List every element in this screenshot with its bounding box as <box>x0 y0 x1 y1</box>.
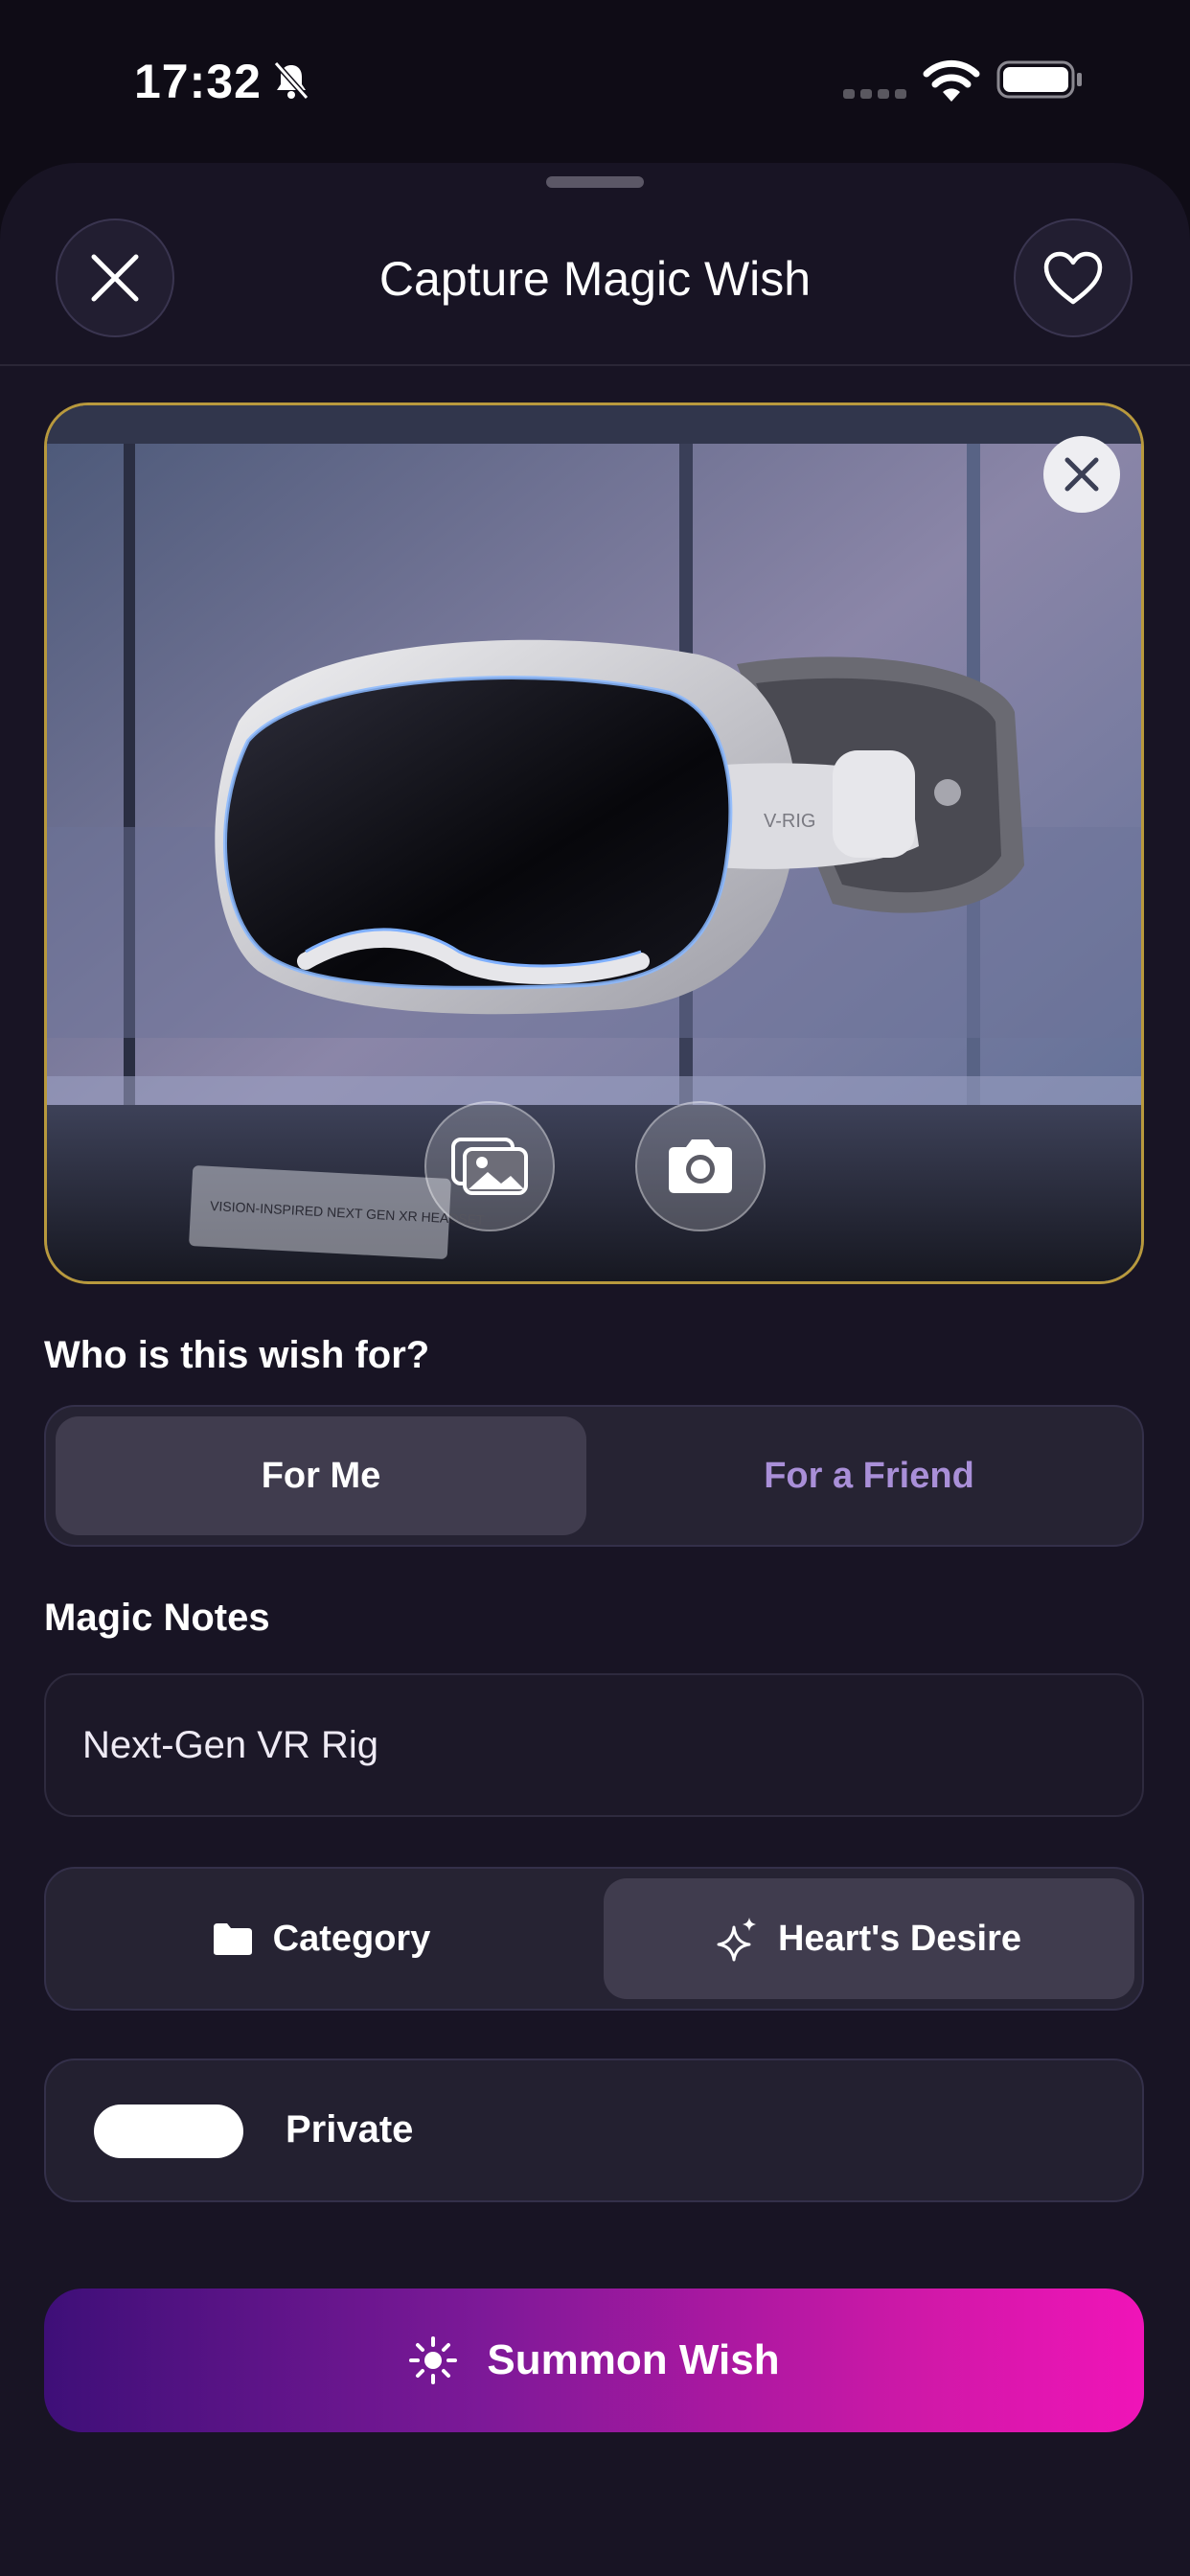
camera-icon <box>669 1139 732 1193</box>
sheet-grabber[interactable] <box>546 176 644 188</box>
header-divider <box>0 364 1190 366</box>
wifi-icon <box>923 59 980 102</box>
status-bar: 17:32 <box>0 0 1190 163</box>
sheet-title: Capture Magic Wish <box>378 252 812 306</box>
take-photo-button[interactable] <box>635 1101 766 1231</box>
remove-photo-button[interactable] <box>1043 436 1120 513</box>
wish-type-selector: Category Heart's Desire <box>44 1867 1144 2011</box>
recipient-selector: For Me For a Friend <box>44 1405 1144 1547</box>
choose-from-gallery-button[interactable] <box>424 1101 555 1231</box>
wish-photo[interactable]: VISION-INSPIRED NEXT GEN XR HEADSET V-RI… <box>44 402 1144 1284</box>
sparkles-icon <box>717 1918 756 1962</box>
folder-icon <box>213 1923 252 1955</box>
status-time: 17:32 <box>134 55 262 108</box>
type-option-category-label: Category <box>272 1918 431 1959</box>
privacy-row: Private <box>44 2058 1144 2202</box>
summon-wish-label: Summon Wish <box>487 2336 780 2383</box>
type-option-hearts-desire[interactable]: Heart's Desire <box>604 1878 1134 1999</box>
capture-wish-sheet: Capture Magic Wish VISION-INSPIRED NEXT … <box>0 163 1190 2576</box>
private-toggle[interactable] <box>94 2104 243 2158</box>
summon-wish-button[interactable]: Summon Wish <box>44 2288 1144 2432</box>
close-icon <box>1064 457 1099 492</box>
type-option-hearts-desire-label: Heart's Desire <box>777 1918 1022 1959</box>
private-label: Private <box>286 2108 414 2150</box>
headset-product-image: VISION-INSPIRED NEXT GEN XR HEADSET V-RI… <box>47 405 1141 1281</box>
type-option-category[interactable]: Category <box>56 1878 586 1999</box>
recipient-label: Who is this wish for? <box>44 1334 430 1376</box>
photo-gallery-icon <box>451 1138 528 1195</box>
favorite-button[interactable] <box>1014 218 1133 337</box>
battery-icon <box>996 60 1082 99</box>
magic-notes-input[interactable]: Next-Gen VR Rig <box>44 1673 1144 1817</box>
recipient-option-for-a-friend[interactable]: For a Friend <box>604 1416 1134 1535</box>
notes-label: Magic Notes <box>44 1597 270 1639</box>
product-brand-text: V-RIG <box>764 811 815 832</box>
recipient-option-for-me[interactable]: For Me <box>56 1416 586 1535</box>
heart-icon <box>1043 251 1103 305</box>
sun-icon <box>409 2336 458 2384</box>
cellular-icon <box>843 86 912 104</box>
bell-slash-icon <box>273 61 309 100</box>
